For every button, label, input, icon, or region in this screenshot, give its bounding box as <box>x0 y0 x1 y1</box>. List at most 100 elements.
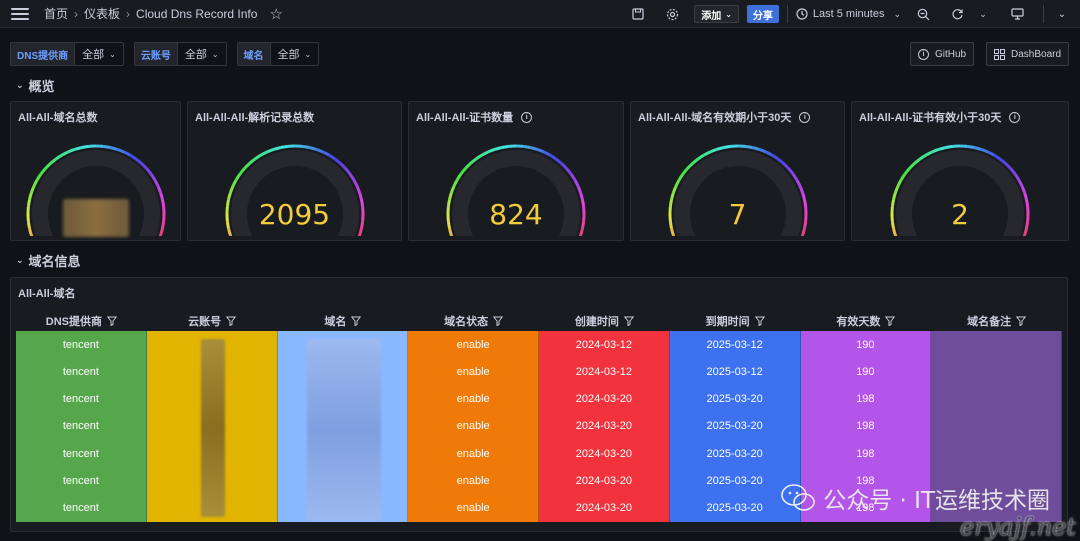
filter-icon[interactable] <box>623 316 634 326</box>
table-column <box>277 331 409 522</box>
menu-icon[interactable] <box>11 7 29 20</box>
row-header-domain-info[interactable]: ⌄ 域名信息 <box>16 251 81 270</box>
watermark-text: 公众号 · IT运维技术圈 <box>823 488 1050 514</box>
table-cell: 2024-03-20 <box>575 502 633 515</box>
column-header[interactable]: 到期时间 <box>670 311 801 331</box>
variable-cloud-account: 云账号 全部 ⌄ <box>133 42 227 66</box>
table-cell: 190 <box>856 338 875 351</box>
table-cell <box>931 440 1061 467</box>
wechat-icon <box>781 484 816 511</box>
table-cell: enable <box>456 338 490 351</box>
table-cell: 2024-03-20 <box>575 475 633 488</box>
dashboard-link-button[interactable]: DashBoard <box>986 42 1070 66</box>
panel-title-text: All-All-All-解析记录总数 <box>195 112 315 124</box>
panel-title: All-All-All-证书有效小于30天 i <box>859 109 1021 125</box>
zoom-out-icon[interactable] <box>913 4 933 24</box>
variable-bar: DNS提供商 全部 ⌄ 云账号 全部 ⌄ 域名 全部 ⌄ <box>10 42 320 66</box>
variable-select-dns-provider[interactable]: 全部 ⌄ <box>75 42 124 66</box>
filter-icon[interactable] <box>226 316 237 326</box>
filter-icon[interactable] <box>1016 316 1027 326</box>
chevron-down-icon: ⌄ <box>16 255 24 265</box>
panel-title: All-All-All-解析记录总数 <box>195 109 314 125</box>
panel-title: All-All-All-域名有效期小于30天 i <box>638 109 811 125</box>
collapse-chevron-icon[interactable]: ⌄ <box>1052 4 1072 24</box>
panel-title-text: All-All-域名总数 <box>18 112 98 124</box>
column-header-label: 到期时间 <box>705 316 750 328</box>
table-cell: 2025-03-20 <box>706 475 763 488</box>
chevron-down-icon: ⌄ <box>16 80 24 90</box>
variable-value: 全部 <box>277 49 300 61</box>
variable-value: 全部 <box>184 49 207 61</box>
column-header-label: 域名状态 <box>444 316 489 328</box>
filter-icon[interactable] <box>493 316 504 326</box>
table-cell: 2025-03-20 <box>706 447 763 460</box>
github-link-button[interactable]: i GitHub <box>910 42 975 66</box>
variable-label: DNS提供商 <box>10 42 76 66</box>
stat-value: 2095 <box>258 198 331 231</box>
chevron-down-icon: ⌄ <box>109 49 116 59</box>
column-header[interactable]: 有效天数 <box>801 311 932 331</box>
variable-select-domain[interactable]: 全部 ⌄ <box>270 42 320 66</box>
stat-value: 2 <box>951 198 969 231</box>
info-icon[interactable]: i <box>521 111 533 123</box>
filter-icon[interactable] <box>754 316 765 326</box>
table-column: 2024-03-12 2024-03-12 2024-03-20 2024-03-20… <box>539 331 670 522</box>
table-cell: 2025-03-12 <box>706 338 763 351</box>
save-icon[interactable] <box>628 4 648 24</box>
column-header[interactable]: 云账号 <box>147 311 278 331</box>
dashboard-label: DashBoard <box>1011 48 1062 60</box>
table-cell: tencent <box>62 420 99 433</box>
watermark: 公众号 · IT运维技术圈 <box>781 481 1050 515</box>
row-title: 概览 <box>28 79 55 94</box>
filter-icon[interactable] <box>885 316 896 326</box>
top-navbar: 首页 › 仪表板 › Cloud Dns Record Info ☆ 添加 ⌄ … <box>0 0 1080 28</box>
table-column <box>146 331 278 522</box>
column-header[interactable]: 域名备注 <box>931 311 1062 331</box>
breadcrumb-home[interactable]: 首页 <box>44 5 68 22</box>
chevron-right-icon: › <box>126 6 131 21</box>
time-range-picker[interactable]: Last 5 minutes ⌄ <box>796 8 901 20</box>
stat-panel: All-All-All-证书数量 i 824 <box>408 101 624 241</box>
column-header[interactable]: 域名状态 <box>408 311 539 331</box>
table-cell: enable <box>456 420 490 433</box>
gear-icon[interactable] <box>662 4 682 24</box>
tv-mode-icon[interactable] <box>1007 4 1027 24</box>
table-cell: 2025-03-20 <box>706 502 763 515</box>
column-header-label: 有效天数 <box>836 316 881 328</box>
chevron-down-icon: ⌄ <box>725 9 732 19</box>
breadcrumb-current: Cloud Dns Record Info <box>136 6 258 21</box>
table-cell: 2025-03-20 <box>706 420 763 433</box>
variable-select-cloud-account[interactable]: 全部 ⌄ <box>177 42 227 66</box>
table-cell: 2024-03-20 <box>575 393 633 406</box>
star-icon[interactable]: ☆ <box>269 5 282 23</box>
breadcrumb: 首页 › 仪表板 › Cloud Dns Record Info <box>44 5 257 22</box>
info-icon[interactable]: i <box>799 111 811 123</box>
table-cell: tencent <box>62 502 99 515</box>
column-header[interactable]: 域名 <box>278 311 409 331</box>
filter-icon[interactable] <box>351 316 362 326</box>
chevron-down-icon: ⌄ <box>304 49 312 59</box>
column-header-label: 域名 <box>324 316 347 328</box>
share-button[interactable]: 分享 <box>746 5 779 23</box>
table-cell: 2025-03-20 <box>706 393 763 406</box>
table-cell: enable <box>456 447 490 460</box>
table-column: enable enable enable enable enable enable enab… <box>408 331 539 522</box>
info-icon[interactable]: i <box>1009 111 1021 123</box>
column-header-label: 云账号 <box>188 316 222 328</box>
panel-title-text: All-All-All-证书数量 <box>416 112 514 124</box>
refresh-interval-chevron-icon[interactable]: ⌄ <box>973 4 993 24</box>
column-header-label: 创建时间 <box>574 316 619 328</box>
refresh-icon[interactable] <box>947 4 967 24</box>
column-header[interactable]: 创建时间 <box>539 311 670 331</box>
stat-panel: All-All-All-证书有效小于30天 i 2 <box>851 101 1069 241</box>
column-header[interactable]: DNS提供商 <box>16 311 147 331</box>
column-header-label: 域名备注 <box>967 316 1012 328</box>
row-header-overview[interactable]: ⌄ 概览 <box>16 76 55 95</box>
stat-panel: All-All-All-解析记录总数 2095 <box>187 101 402 241</box>
table-cell: enable <box>456 475 490 488</box>
breadcrumb-dashboards[interactable]: 仪表板 <box>84 5 120 22</box>
filter-icon[interactable] <box>106 316 117 326</box>
table-cell: tencent <box>62 338 99 351</box>
grid-icon <box>994 48 1005 60</box>
add-button[interactable]: 添加 ⌄ <box>694 5 739 23</box>
